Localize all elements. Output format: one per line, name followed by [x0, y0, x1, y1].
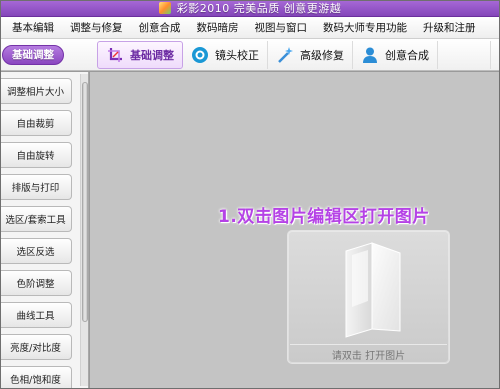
- sidebar-item-hue-saturation[interactable]: 色相/饱和度: [0, 366, 72, 389]
- sidebar-item-invert-selection[interactable]: 选区反选: [0, 238, 72, 264]
- sidebar-item-selection-lasso[interactable]: 选区/套索工具: [0, 206, 72, 232]
- tool-label: 创意合成: [385, 48, 429, 62]
- sidebar-item-free-crop[interactable]: 自由裁剪: [0, 110, 72, 136]
- sidebar-item-free-rotate[interactable]: 自由旋转: [0, 142, 72, 168]
- tool-label: 镜头校正: [215, 48, 259, 62]
- lens-icon: [191, 46, 209, 64]
- app-logo-icon: [158, 2, 171, 14]
- menu-basic-edit[interactable]: 基本编辑: [0, 20, 62, 35]
- menu-view-window[interactable]: 视图与窗口: [247, 20, 316, 35]
- toolbar: 基础调整 基础调整 镜头校正 高级修复 创意合成: [0, 39, 500, 71]
- sidebar-item-brightness-contrast[interactable]: 亮度/对比度: [0, 334, 72, 360]
- folder-icon: [345, 242, 401, 338]
- mode-button[interactable]: 基础调整: [2, 44, 64, 65]
- sidebar-scrollbar[interactable]: [80, 74, 88, 386]
- sidebar-item-levels[interactable]: 色阶调整: [0, 270, 72, 296]
- sidebar-list: 调整相片大小 自由裁剪 自由旋转 排版与打印 选区/套索工具 选区反选 色阶调整…: [0, 78, 78, 389]
- sidebar: 调整相片大小 自由裁剪 自由旋转 排版与打印 选区/套索工具 选区反选 色阶调整…: [0, 72, 89, 389]
- sidebar-item-resize[interactable]: 调整相片大小: [0, 78, 72, 104]
- menu-creative-compose[interactable]: 创意合成: [131, 20, 189, 35]
- window-title: 彩影2010 完美品质 创意更游越: [176, 2, 342, 15]
- tool-advanced-repair-button[interactable]: 高级修复: [268, 40, 353, 69]
- tool-label: 高级修复: [300, 48, 344, 62]
- menu-darkroom[interactable]: 数码暗房: [189, 20, 247, 35]
- menu-upgrade-register[interactable]: 升级和注册: [415, 20, 484, 35]
- toolbar-edge: [490, 40, 500, 69]
- menu-bar: 基本编辑 调整与修复 创意合成 数码暗房 视图与窗口 数码大师专用功能 升级和注…: [0, 17, 500, 39]
- person-icon: [361, 46, 379, 64]
- open-image-dropzone[interactable]: 请双击 打开图片: [287, 230, 450, 364]
- tool-lens-correct-button[interactable]: 镜头校正: [183, 40, 268, 69]
- tool-basic-adjust-button[interactable]: 基础调整: [97, 40, 183, 69]
- crop-icon: [106, 46, 124, 64]
- open-image-hint: 1.双击图片编辑区打开图片: [218, 207, 430, 227]
- menu-adjust-repair[interactable]: 调整与修复: [62, 20, 131, 35]
- dropzone-caption: 请双击 打开图片: [331, 351, 406, 362]
- title-bar: 彩影2010 完美品质 创意更游越: [0, 0, 500, 17]
- image-edit-area[interactable]: 1.双击图片编辑区打开图片 请双击 打开图片: [90, 72, 500, 389]
- tool-creative-compose-button[interactable]: 创意合成: [353, 40, 438, 69]
- menu-master-functions[interactable]: 数码大师专用功能: [315, 20, 415, 35]
- dropzone-divider: [290, 344, 447, 345]
- sidebar-item-layout-print[interactable]: 排版与打印: [0, 174, 72, 200]
- sidebar-item-curves[interactable]: 曲线工具: [0, 302, 72, 328]
- tool-label: 基础调整: [130, 48, 174, 62]
- magic-wand-icon: [276, 46, 294, 64]
- scrollbar-thumb[interactable]: [82, 82, 88, 322]
